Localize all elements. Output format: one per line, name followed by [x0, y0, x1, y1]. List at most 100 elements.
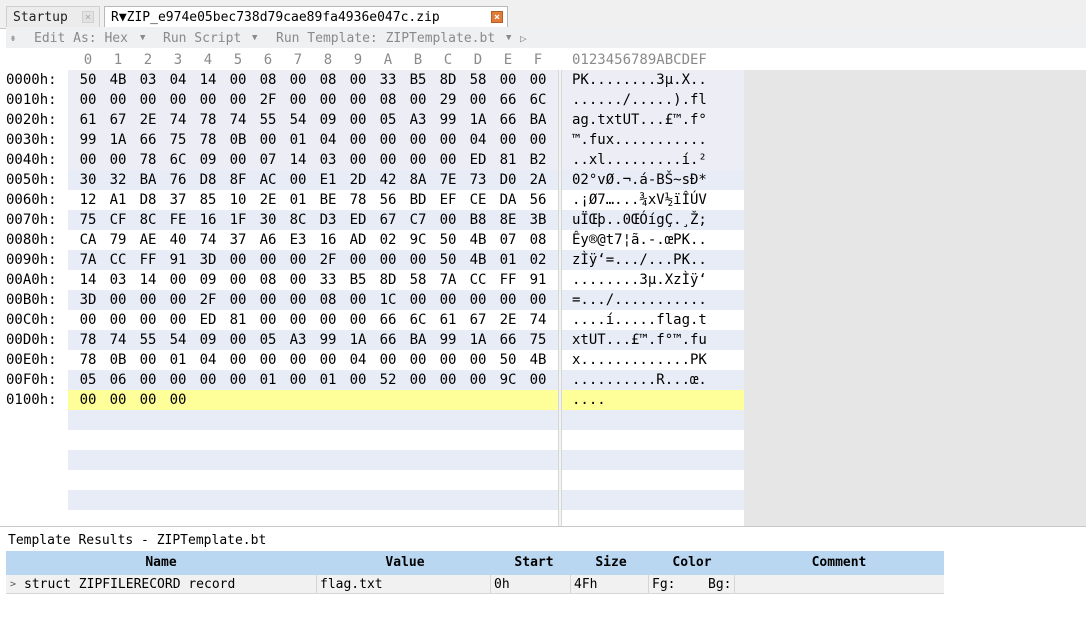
- ascii-row[interactable]: ....: [562, 390, 744, 410]
- ascii-text[interactable]: x.............PK: [572, 350, 707, 370]
- hex-byte[interactable]: 1A: [103, 130, 133, 150]
- hex-byte[interactable]: 33: [313, 270, 343, 290]
- hex-byte[interactable]: 00: [223, 350, 253, 370]
- hex-byte[interactable]: 66: [373, 310, 403, 330]
- hex-byte[interactable]: 12: [73, 190, 103, 210]
- hex-byte[interactable]: 00: [283, 90, 313, 110]
- hex-byte[interactable]: 08: [313, 290, 343, 310]
- hex-byte[interactable]: 08: [523, 230, 553, 250]
- ascii-row[interactable]: .¡Ø7…...¾xV½ïÎÚV: [562, 190, 744, 210]
- hex-byte[interactable]: 00: [523, 70, 553, 90]
- hex-byte[interactable]: 03: [133, 70, 163, 90]
- ascii-text[interactable]: ..xl.........í.²: [572, 150, 707, 170]
- hex-byte[interactable]: D8: [133, 190, 163, 210]
- hex-byte[interactable]: 00: [223, 90, 253, 110]
- hex-byte[interactable]: 1A: [463, 330, 493, 350]
- hex-byte[interactable]: 00: [73, 310, 103, 330]
- hex-byte[interactable]: 00: [193, 90, 223, 110]
- hex-row[interactable]: 78 74 55 54 09 00 05 A3 99 1A 66 BA 99 1A 66 75: [68, 330, 558, 350]
- hex-byte[interactable]: 67: [463, 310, 493, 330]
- hex-byte[interactable]: ED: [463, 150, 493, 170]
- hex-byte[interactable]: 56: [523, 190, 553, 210]
- hex-row[interactable]: 99 1A 66 75 78 0B 00 01 04 00 00 00 00 04 00 00: [68, 130, 558, 150]
- hex-byte[interactable]: 0B: [223, 130, 253, 150]
- hex-byte[interactable]: 00: [343, 90, 373, 110]
- ascii-row[interactable]: [562, 430, 744, 450]
- hex-byte[interactable]: 09: [313, 110, 343, 130]
- hex-byte[interactable]: 9C: [493, 370, 523, 390]
- hex-byte[interactable]: CC: [463, 270, 493, 290]
- hex-byte[interactable]: 00: [403, 370, 433, 390]
- hex-byte[interactable]: 4B: [523, 350, 553, 370]
- hex-byte[interactable]: 04: [193, 350, 223, 370]
- hex-byte[interactable]: 78: [193, 130, 223, 150]
- hex-byte[interactable]: 00: [343, 250, 373, 270]
- hex-byte[interactable]: 00: [103, 150, 133, 170]
- hex-byte[interactable]: 7E: [433, 170, 463, 190]
- hex-byte[interactable]: 00: [373, 350, 403, 370]
- hex-byte[interactable]: 8F: [223, 170, 253, 190]
- ascii-row[interactable]: [562, 490, 744, 510]
- hex-byte[interactable]: 00: [253, 310, 283, 330]
- ascii-text[interactable]: uÏŒþ..0ŒÓígÇ.¸Ž;: [572, 210, 707, 230]
- hex-byte[interactable]: 09: [193, 270, 223, 290]
- hex-row[interactable]: [68, 470, 558, 490]
- hex-byte[interactable]: 03: [313, 150, 343, 170]
- hex-byte[interactable]: 00: [343, 370, 373, 390]
- hex-byte[interactable]: 00: [343, 290, 373, 310]
- hex-row[interactable]: CA 79 AE 40 74 37 A6 E3 16 AD 02 9C 50 4B 07 08: [68, 230, 558, 250]
- hex-row[interactable]: 00 00 78 6C 09 00 07 14 03 00 00 00 00 ED 81 B2: [68, 150, 558, 170]
- hex-byte[interactable]: 2E: [253, 190, 283, 210]
- hex-byte[interactable]: 91: [163, 250, 193, 270]
- hex-row[interactable]: [68, 450, 558, 470]
- hex-byte[interactable]: 50: [433, 230, 463, 250]
- hex-byte[interactable]: 74: [163, 110, 193, 130]
- ascii-text[interactable]: ....../.....).fl: [572, 90, 707, 110]
- ascii-row[interactable]: ....í.....flag.t: [562, 310, 744, 330]
- ascii-text[interactable]: =.../...........: [572, 290, 707, 310]
- ascii-row[interactable]: [562, 410, 744, 430]
- hex-byte[interactable]: 00: [283, 290, 313, 310]
- hex-byte[interactable]: 00: [223, 250, 253, 270]
- hex-byte[interactable]: 00: [403, 90, 433, 110]
- hex-row[interactable]: 14 03 14 00 09 00 08 00 33 B5 8D 58 7A CC FF 91: [68, 270, 558, 290]
- hex-byte[interactable]: 99: [313, 330, 343, 350]
- ascii-row[interactable]: ....../.....).fl: [562, 90, 744, 110]
- hex-byte[interactable]: 55: [133, 330, 163, 350]
- hex-byte[interactable]: 1C: [373, 290, 403, 310]
- hex-byte[interactable]: 00: [463, 370, 493, 390]
- hex-byte[interactable]: EF: [433, 190, 463, 210]
- hex-byte[interactable]: 00: [523, 130, 553, 150]
- hex-byte[interactable]: AC: [253, 170, 283, 190]
- hex-byte[interactable]: BA: [133, 170, 163, 190]
- ascii-text[interactable]: .¡Ø7…...¾xV½ïÎÚV: [572, 190, 707, 210]
- hex-byte[interactable]: 54: [163, 330, 193, 350]
- hex-byte[interactable]: AE: [133, 230, 163, 250]
- hex-byte[interactable]: 50: [433, 250, 463, 270]
- ascii-pane[interactable]: PK........3µ.X.. ....../.....).fl ag.txtUT…: [562, 70, 744, 530]
- hex-byte[interactable]: BA: [523, 110, 553, 130]
- hex-byte[interactable]: CA: [73, 230, 103, 250]
- hex-byte[interactable]: 02: [523, 250, 553, 270]
- hex-byte[interactable]: 00: [493, 70, 523, 90]
- close-icon[interactable]: ×: [491, 11, 503, 23]
- hex-byte[interactable]: 00: [433, 370, 463, 390]
- hex-row[interactable]: 00 00 00 00 ED 81 00 00 00 00 66 6C 61 67 2E 74: [68, 310, 558, 330]
- hex-byte[interactable]: 09: [193, 150, 223, 170]
- hex-byte[interactable]: 3D: [193, 250, 223, 270]
- hex-byte[interactable]: 14: [283, 150, 313, 170]
- hex-byte[interactable]: 14: [133, 270, 163, 290]
- hex-byte[interactable]: 04: [313, 130, 343, 150]
- hex-byte[interactable]: 74: [223, 110, 253, 130]
- hex-byte[interactable]: 00: [253, 130, 283, 150]
- hex-byte[interactable]: 00: [223, 330, 253, 350]
- hex-byte[interactable]: 1F: [223, 210, 253, 230]
- hex-byte[interactable]: 99: [73, 130, 103, 150]
- ascii-text[interactable]: ag.txtUT...£™.f°: [572, 110, 707, 130]
- hex-byte[interactable]: 00: [343, 310, 373, 330]
- hex-row[interactable]: 12 A1 D8 37 85 10 2E 01 BE 78 56 BD EF CE DA 56: [68, 190, 558, 210]
- hex-byte[interactable]: 00: [373, 150, 403, 170]
- hex-byte[interactable]: 73: [463, 170, 493, 190]
- ascii-text[interactable]: ........3µ.XzÌÿ‘: [572, 270, 707, 290]
- ascii-row[interactable]: xtUT...£™.f°™.fu: [562, 330, 744, 350]
